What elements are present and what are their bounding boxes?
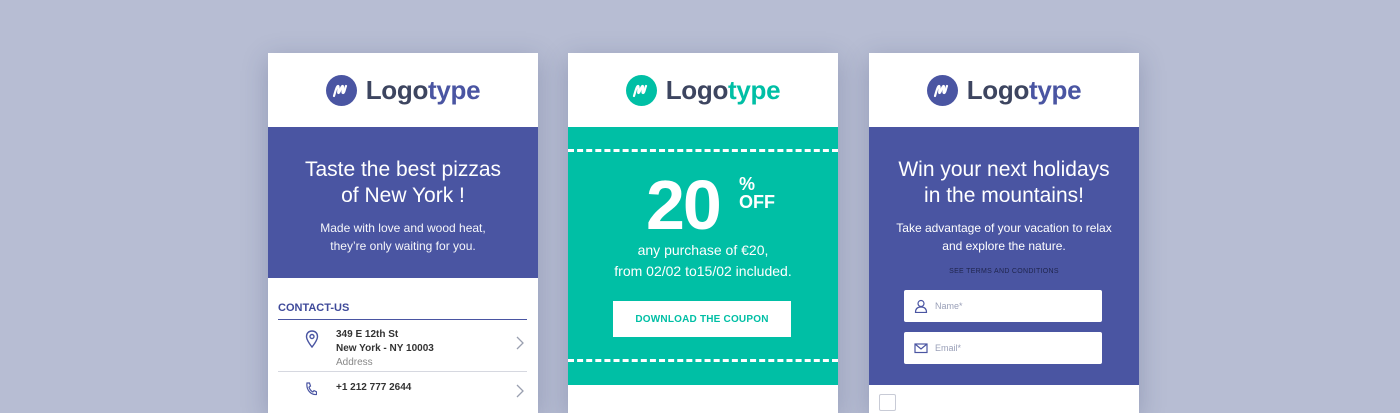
logo[interactable]: Logotype (268, 53, 538, 127)
hero-subtitle: Take advantage of your vacation to relax… (869, 219, 1139, 255)
hero-subtitle-line: Take advantage of your vacation to relax (896, 221, 1112, 235)
hero-title: Win your next holidays in the mountains! (869, 157, 1139, 209)
hero-title-line: Taste the best pizzas (304, 158, 502, 181)
logo[interactable]: Logotype (568, 53, 838, 127)
m-monogram-icon (325, 74, 357, 106)
chevron-right-icon (516, 336, 524, 350)
percent-sign: % (739, 174, 756, 194)
coupon-banner: 20 % OFF any purchase of €20, from 02/02… (568, 127, 838, 385)
phone-number: +1 212 777 2644 (336, 382, 412, 393)
consent-checkbox[interactable] (879, 394, 896, 411)
terms-link[interactable]: SEE TERMS AND CONDITIONS (869, 268, 1139, 275)
logo-text: Logotype (365, 74, 481, 105)
phone-row[interactable]: +1 212 777 2644 (278, 372, 527, 412)
coupon-card: Logotype 20 % OFF any purchase of €20, f… (568, 53, 838, 413)
hero-subtitle: Made with love and wood heat, they’re on… (268, 219, 538, 255)
chevron-right-icon (516, 384, 524, 398)
offer-line: from 02/02 to15/02 included. (614, 263, 792, 279)
m-monogram-icon (625, 74, 657, 106)
address-line1: 349 E 12th St (336, 329, 399, 340)
address-line2: New York - NY 10003 (336, 343, 434, 354)
offer-line: any purchase of €20, (637, 242, 769, 258)
pizza-card: Logotype Taste the best pizzas of New Yo… (268, 53, 538, 413)
hero-title-line: Win your next holidays (898, 158, 1110, 181)
contact-heading: CONTACT-US (278, 302, 527, 320)
offer-text: any purchase of €20, from 02/02 to15/02 … (568, 240, 838, 282)
holiday-card: Logotype Win your next holidays in the m… (869, 53, 1139, 413)
location-pin-icon (305, 330, 319, 348)
discount-number: 20 (646, 166, 722, 244)
email-field[interactable]: Email* (904, 332, 1102, 364)
dashed-divider (568, 149, 838, 152)
hero-subtitle-line: and explore the nature. (942, 239, 1066, 253)
holiday-banner: Win your next holidays in the mountains!… (869, 127, 1139, 385)
name-field[interactable]: Name* (904, 290, 1102, 322)
hero-subtitle-line: Made with love and wood heat, (320, 221, 486, 235)
logo-text: Logotype (665, 74, 781, 105)
m-monogram-icon (926, 74, 958, 106)
off-label: OFF (739, 192, 775, 212)
hero-subtitle-line: they’re only waiting for you. (330, 239, 476, 253)
logo-text: Logotype (966, 74, 1082, 105)
address-row[interactable]: 349 E 12th St New York - NY 10003 Addres… (278, 320, 527, 372)
download-coupon-button[interactable]: DOWNLOAD THE COUPON (613, 301, 791, 337)
logo[interactable]: Logotype (869, 53, 1139, 127)
hero-title-line: in the mountains! (924, 184, 1084, 207)
name-placeholder: Name* (935, 301, 963, 311)
hero-title: Taste the best pizzas of New York ! (268, 157, 538, 209)
phone-icon (306, 382, 317, 396)
envelope-icon (914, 343, 928, 354)
email-placeholder: Email* (935, 343, 962, 353)
user-icon (914, 299, 928, 313)
dashed-divider (568, 359, 838, 362)
hero-title-line: of New York ! (341, 184, 465, 207)
hero-banner: Taste the best pizzas of New York ! Made… (268, 127, 538, 278)
address-label: Address (336, 357, 373, 368)
